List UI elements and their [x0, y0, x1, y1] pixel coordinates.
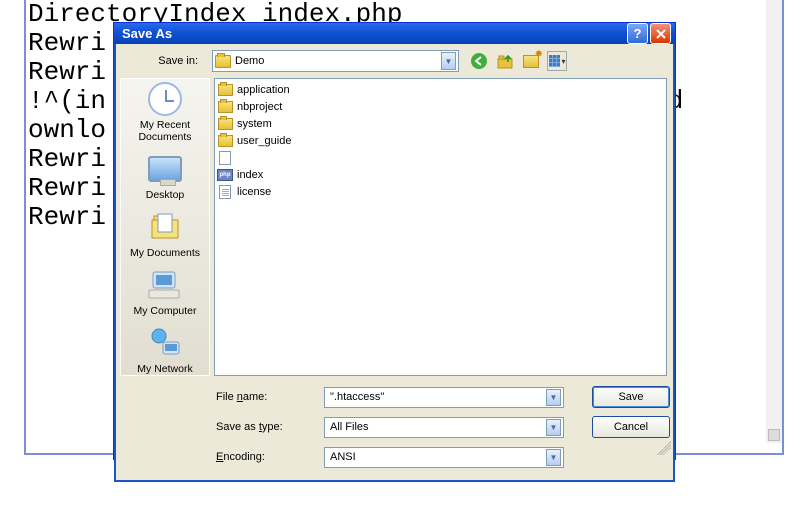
back-arrow-icon — [470, 52, 488, 70]
file-item[interactable]: php index — [217, 166, 664, 183]
dropdown-arrow-icon: ▾ — [562, 57, 566, 66]
file-item-label: user_guide — [237, 135, 291, 147]
bottom-form: File name: ".htaccess" ▼ Save Save as ty… — [116, 380, 673, 480]
views-grid-icon — [549, 55, 560, 67]
places-recent-label: My Recent Documents — [138, 119, 191, 143]
saveastype-value: All Files — [327, 421, 546, 433]
folder-icon — [217, 83, 233, 97]
file-icon — [217, 151, 233, 165]
new-star-icon: ✸ — [535, 49, 543, 60]
encoding-value: ANSI — [327, 451, 546, 463]
save-in-combobox[interactable]: Demo ▼ — [212, 50, 459, 72]
file-item-label: license — [237, 186, 271, 198]
places-desktop-label: Desktop — [146, 189, 185, 201]
titlebar[interactable]: Save As ? — [114, 23, 675, 44]
save-in-label: Save in: — [122, 55, 206, 67]
back-button[interactable] — [469, 51, 489, 71]
file-item[interactable]: user_guide — [217, 132, 664, 149]
save-button[interactable]: Save — [592, 386, 670, 408]
dropdown-arrow-icon[interactable]: ▼ — [546, 449, 561, 466]
dropdown-arrow-icon[interactable]: ▼ — [546, 389, 561, 406]
saveastype-label: Save as type: — [216, 421, 310, 433]
file-item[interactable]: application — [217, 81, 664, 98]
scrollbar-thumb — [768, 429, 780, 441]
php-icon: php — [217, 168, 233, 182]
resize-grip[interactable] — [657, 441, 671, 455]
encoding-label: Encoding: — [216, 451, 310, 463]
txt-icon — [217, 185, 233, 199]
my-computer-icon — [146, 267, 184, 303]
save-as-dialog: Save As ? Save in: Demo ▼ — [113, 22, 676, 460]
file-item[interactable]: nbproject — [217, 98, 664, 115]
folder-icon — [217, 100, 233, 114]
places-mycomp-label: My Computer — [133, 305, 196, 317]
file-item-label: nbproject — [237, 101, 282, 113]
desktop-icon — [148, 156, 182, 182]
recent-documents-icon — [148, 82, 182, 116]
cancel-button[interactable]: Cancel — [592, 416, 670, 438]
dropdown-arrow-icon[interactable]: ▼ — [546, 419, 561, 436]
close-icon — [655, 28, 667, 40]
folder-up-icon — [496, 52, 514, 70]
help-button[interactable]: ? — [627, 23, 648, 44]
background-scrollbar — [766, 0, 782, 443]
new-folder-button[interactable]: ✸ — [521, 51, 541, 71]
dialog-title: Save As — [122, 26, 625, 41]
places-my-documents[interactable]: My Documents — [123, 209, 207, 259]
file-item[interactable]: system — [217, 115, 664, 132]
views-menu-button[interactable]: ▾ — [547, 51, 567, 71]
filename-value: ".htaccess" — [327, 391, 546, 403]
file-list[interactable]: application nbproject system user_guidephpi… — [214, 78, 667, 376]
places-mynet-label: My Network — [137, 363, 192, 375]
places-desktop[interactable]: Desktop — [123, 151, 207, 201]
close-button[interactable] — [650, 23, 671, 44]
my-documents-icon — [146, 209, 184, 245]
dropdown-arrow-icon[interactable]: ▼ — [441, 52, 456, 70]
filename-combobox[interactable]: ".htaccess" ▼ — [324, 387, 564, 408]
places-recent[interactable]: My Recent Documents — [123, 81, 207, 143]
my-network-icon — [146, 325, 184, 361]
places-my-computer[interactable]: My Computer — [123, 267, 207, 317]
file-item[interactable] — [217, 149, 664, 166]
file-item-label: index — [237, 169, 263, 181]
folder-icon — [215, 55, 231, 68]
encoding-combobox[interactable]: ANSI ▼ — [324, 447, 564, 468]
file-item[interactable]: license — [217, 183, 664, 200]
places-bar: My Recent Documents Desktop My Documents — [120, 78, 210, 376]
places-my-network[interactable]: My Network — [123, 325, 207, 375]
file-item-label: system — [237, 118, 272, 130]
folder-icon — [217, 134, 233, 148]
places-mydocs-label: My Documents — [130, 247, 200, 259]
save-in-value: Demo — [235, 55, 441, 67]
saveastype-combobox[interactable]: All Files ▼ — [324, 417, 564, 438]
top-toolbar: Save in: Demo ▼ — [116, 44, 673, 78]
file-item-label: application — [237, 84, 290, 96]
filename-label: File name: — [216, 391, 310, 403]
up-one-level-button[interactable] — [495, 51, 515, 71]
folder-icon — [217, 117, 233, 131]
